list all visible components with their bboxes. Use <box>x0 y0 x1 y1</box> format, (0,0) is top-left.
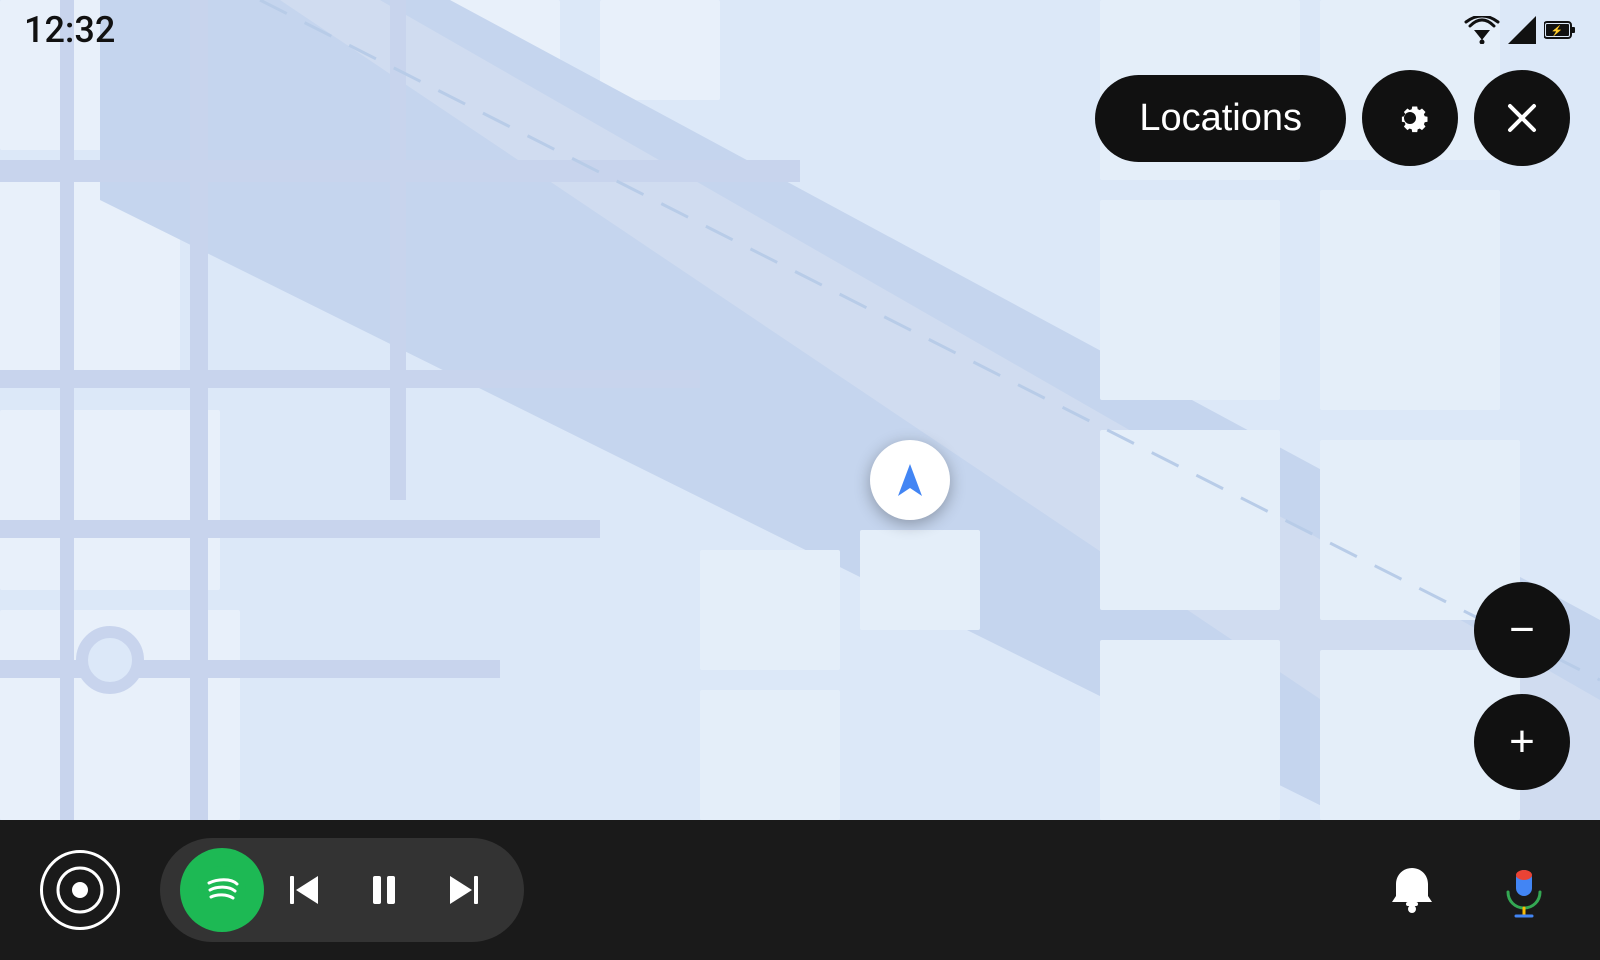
time-display: 12:32 <box>24 9 115 51</box>
status-bar: 12:32 ⚡ <box>0 0 1600 60</box>
bell-icon <box>1382 860 1442 920</box>
media-controls <box>160 838 524 942</box>
notifications-button[interactable] <box>1376 854 1448 926</box>
status-icons: ⚡ <box>1464 16 1576 44</box>
locations-button[interactable]: Locations <box>1095 75 1346 162</box>
zoom-out-button[interactable]: − <box>1474 582 1570 678</box>
zoom-in-button[interactable]: + <box>1474 694 1570 790</box>
voice-assistant-button[interactable] <box>1488 854 1560 926</box>
gear-icon <box>1388 96 1432 140</box>
skip-previous-icon <box>282 868 326 912</box>
mic-icon <box>1494 860 1554 920</box>
navigation-arrow-icon <box>888 458 932 502</box>
skip-next-icon <box>442 868 486 912</box>
battery-icon: ⚡ <box>1544 20 1576 40</box>
svg-text:⚡: ⚡ <box>1551 24 1563 37</box>
home-circle-icon <box>55 865 105 915</box>
map-area: 12:32 ⚡ <box>0 0 1600 820</box>
spotify-button[interactable] <box>180 848 264 932</box>
wifi-icon <box>1464 16 1500 44</box>
app: 12:32 ⚡ <box>0 0 1600 960</box>
pause-icon <box>362 868 406 912</box>
pause-button[interactable] <box>344 850 424 930</box>
top-controls: Locations <box>1095 70 1570 166</box>
right-controls <box>1376 854 1560 926</box>
signal-icon <box>1508 16 1536 44</box>
settings-button[interactable] <box>1362 70 1458 166</box>
bottom-bar <box>0 820 1600 960</box>
location-marker <box>870 440 950 520</box>
home-button[interactable] <box>40 850 120 930</box>
spotify-icon <box>197 865 247 915</box>
zoom-controls: − + <box>1474 582 1570 790</box>
next-button[interactable] <box>424 850 504 930</box>
previous-button[interactable] <box>264 850 344 930</box>
close-button[interactable] <box>1474 70 1570 166</box>
close-icon <box>1502 98 1542 138</box>
